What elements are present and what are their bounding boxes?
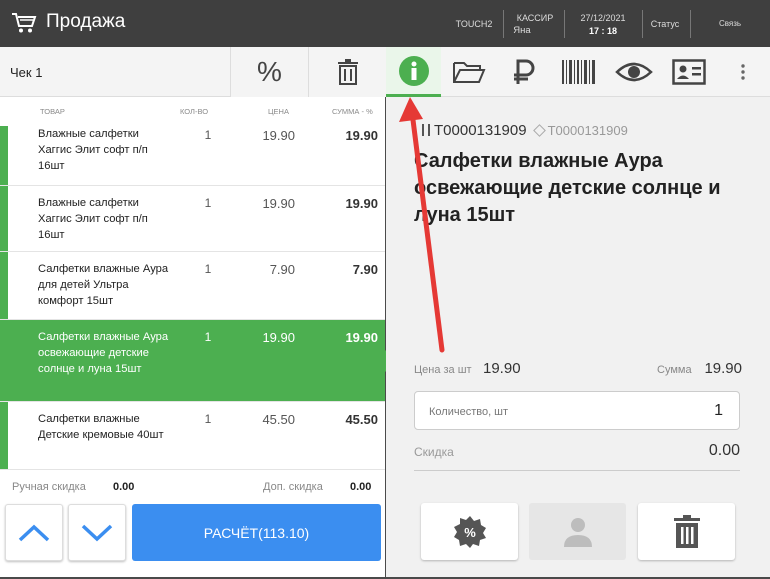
item-sum: 19.90: [345, 196, 378, 211]
table-row[interactable]: Салфетки влажные Детские кремовые 40шт 1…: [0, 402, 385, 470]
terminal-name: TOUCH2: [455, 19, 493, 29]
item-sum: 19.90: [345, 330, 378, 345]
col-price: ЦЕНА: [268, 107, 289, 116]
eye-icon: [614, 62, 653, 82]
product-barcode: T0000131909: [434, 122, 527, 139]
barcode-tab[interactable]: [551, 47, 606, 97]
svg-text:%: %: [464, 525, 476, 540]
item-price: 45.50: [262, 412, 295, 427]
col-product: ТОВАР: [40, 107, 65, 116]
discount-value: 0.00: [708, 442, 740, 459]
info-icon: [398, 55, 429, 86]
cashier-name: Яна: [513, 25, 531, 36]
more-icon: [741, 64, 745, 80]
time-display: 17 : 18: [588, 26, 618, 36]
item-qty: 1: [204, 262, 212, 276]
price-label: Цена за шт: [414, 364, 472, 376]
date-display: 27/12/2021: [580, 13, 626, 23]
connection-button[interactable]: Связь: [712, 18, 748, 30]
product-title: Салфетки влажные Аура освежающие детские…: [414, 150, 721, 226]
quantity-field[interactable]: Количество, шт 1: [414, 391, 740, 430]
col-sum: СУММА - %: [332, 107, 373, 116]
info-tab[interactable]: [386, 47, 441, 97]
item-price: 19.90: [262, 196, 295, 211]
chevron-up-icon: [18, 524, 50, 541]
cart-icon: [12, 13, 37, 33]
product-article: T0000131909: [547, 123, 628, 138]
manual-discount-label: Ручная скидка: [12, 481, 86, 493]
item-qty: 1: [204, 128, 212, 142]
item-name: Салфетки влажные Аура для детей Ультра к…: [38, 263, 169, 307]
trash-icon: [337, 59, 358, 85]
item-qty: 1: [204, 412, 212, 426]
sum-label: Сумма: [657, 364, 692, 376]
page-title: Продажа: [46, 11, 126, 32]
barcode-small-icon: [422, 124, 430, 136]
col-qty: КОЛ-ВО: [180, 107, 209, 116]
delete-item-button[interactable]: [638, 503, 735, 560]
view-tab[interactable]: [606, 47, 661, 97]
item-discount-button[interactable]: %: [421, 503, 518, 560]
item-price: 19.90: [262, 330, 295, 345]
barcode-icon: [561, 60, 595, 84]
product-detail-panel: T0000131909 T0000131909 Салфетки влажные …: [386, 47, 770, 577]
more-menu-button[interactable]: [716, 47, 770, 97]
extra-discount-value: 0.00: [350, 481, 372, 493]
id-card-icon: [671, 59, 706, 85]
app-window: Продажа TOUCH2 КАССИР Яна 27/12/2021 17 …: [0, 0, 770, 579]
price-value: 19.90: [483, 360, 521, 377]
pay-button[interactable]: РАСЧЁТ(113.10): [132, 504, 381, 561]
folder-icon: [452, 62, 485, 83]
check-header: Чек 1 %: [0, 47, 386, 97]
trash-icon: [673, 514, 700, 548]
item-sum: 7.90: [352, 262, 378, 277]
table-row[interactable]: Влажные салфетки Хаггис Элит софт п/п 16…: [0, 126, 385, 186]
ruble-icon: [513, 59, 534, 84]
quantity-label: Количество, шт: [429, 406, 509, 418]
chevron-down-icon: [81, 524, 113, 541]
item-name: Влажные салфетки Хаггис Элит софт п/п 16…: [38, 197, 148, 241]
item-name: Влажные салфетки Хаггис Элит софт п/п 16…: [38, 128, 148, 172]
table-row[interactable]: Салфетки влажные Аура для детей Ультра к…: [0, 252, 385, 320]
item-price: 7.90: [269, 262, 295, 277]
item-list: Влажные салфетки Хаггис Элит софт п/п 16…: [0, 126, 385, 470]
sum-value: 19.90: [704, 360, 742, 377]
check-label[interactable]: Чек 1: [10, 65, 42, 80]
column-headers: ТОВАР КОЛ-ВО ЦЕНА СУММА - %: [0, 102, 385, 122]
manual-discount-value: 0.00: [113, 481, 135, 493]
table-row[interactable]: Влажные салфетки Хаггис Элит софт п/п 16…: [0, 186, 385, 252]
discount-field[interactable]: Скидка 0.00: [414, 441, 740, 471]
status-button[interactable]: Статус: [646, 18, 684, 30]
scroll-down-button[interactable]: [68, 504, 126, 561]
extra-discount-label: Доп. скидка: [263, 481, 323, 493]
item-name: Салфетки влажные Детские кремовые 40шт: [38, 413, 164, 441]
delete-check-button[interactable]: [308, 47, 386, 97]
user-icon: [563, 517, 592, 547]
detail-toolbar: [386, 47, 770, 97]
table-row-selected[interactable]: Салфетки влажные Аура освежающие детские…: [0, 320, 385, 402]
top-bar: Продажа TOUCH2 КАССИР Яна 27/12/2021 17 …: [0, 0, 770, 47]
item-price: 19.90: [262, 128, 295, 143]
item-qty: 1: [204, 330, 212, 344]
item-name: Салфетки влажные Аура освежающие детские…: [38, 331, 169, 375]
discount-badge-icon: %: [453, 515, 486, 548]
item-sum: 45.50: [345, 412, 378, 427]
product-codes: T0000131909 T0000131909: [422, 122, 628, 139]
scroll-up-button[interactable]: [5, 504, 63, 561]
quantity-value: 1: [714, 402, 723, 419]
assign-customer-button[interactable]: [529, 503, 626, 560]
open-tab[interactable]: [441, 47, 496, 97]
price-line: Цена за шт 19.90 Сумма 19.90: [414, 359, 742, 381]
tag-icon: [532, 124, 546, 137]
percent-icon: %: [257, 56, 282, 87]
item-sum: 19.90: [345, 128, 378, 143]
customer-card-tab[interactable]: [661, 47, 716, 97]
discount-label: Скидка: [414, 445, 454, 459]
receipt-panel: Чек 1 % ТОВАР КОЛ-ВО ЦЕНА СУММА - % Влаж…: [0, 47, 386, 577]
cashier-label: КАССИР: [516, 13, 554, 23]
discount-summary: Ручная скидка 0.00 Доп. скидка 0.00: [0, 475, 385, 499]
payment-tab[interactable]: [496, 47, 551, 97]
item-qty: 1: [204, 196, 212, 210]
discount-button[interactable]: %: [230, 47, 308, 97]
